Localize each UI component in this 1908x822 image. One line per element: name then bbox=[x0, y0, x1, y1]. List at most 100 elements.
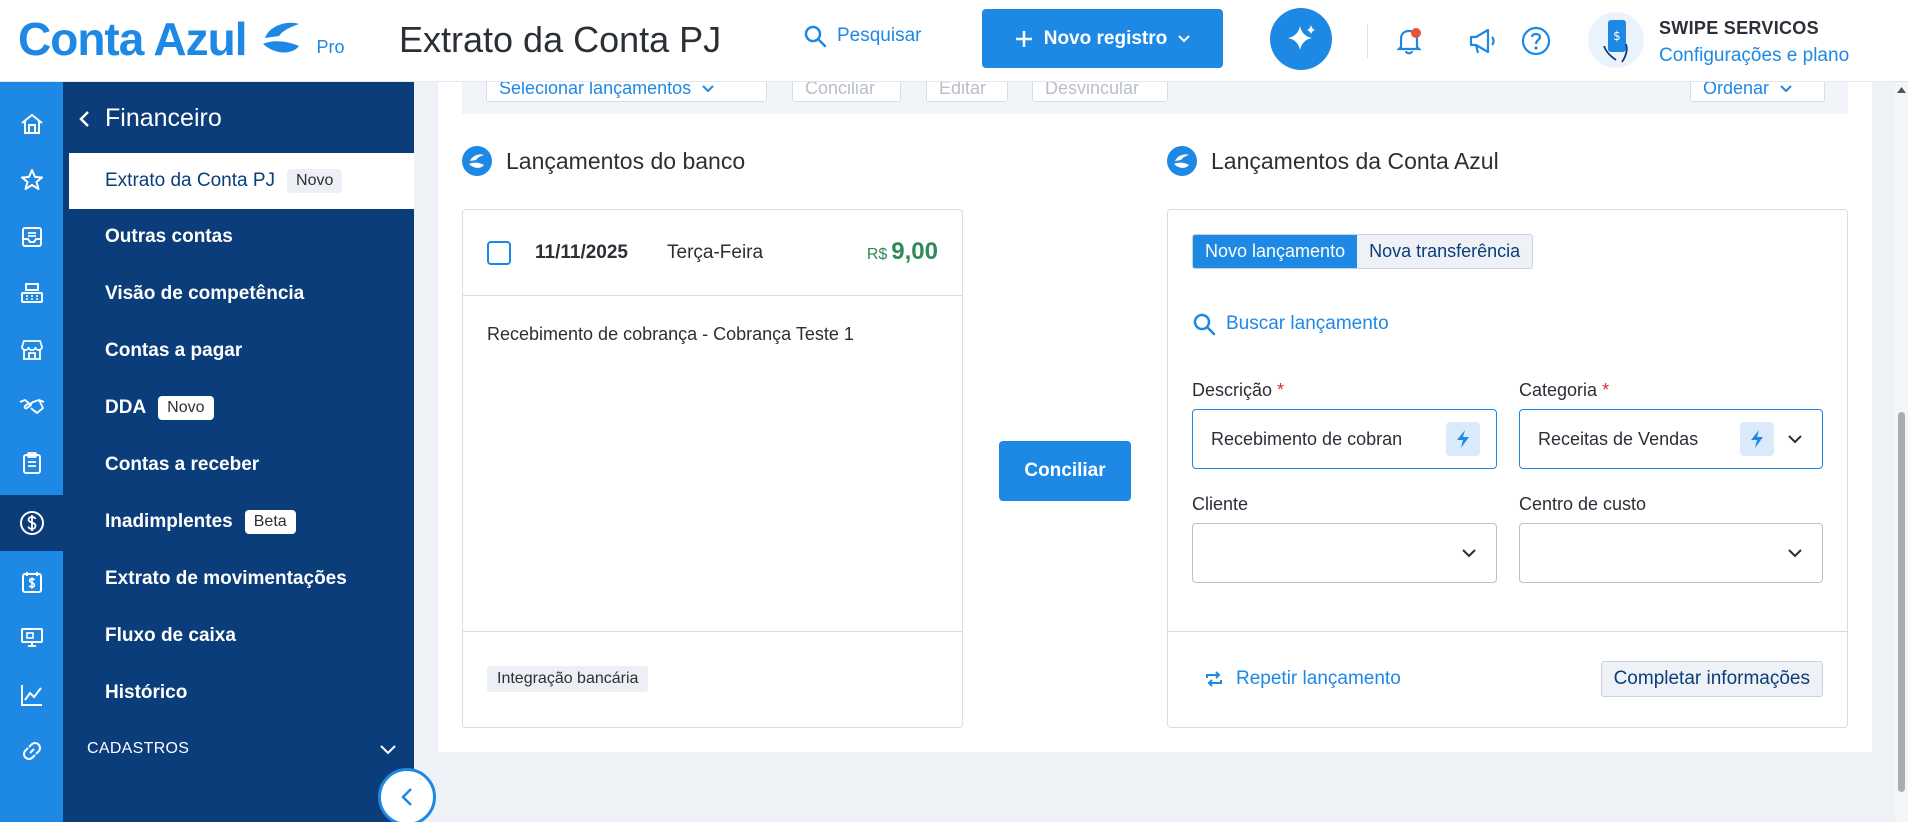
chevron-left-icon bbox=[401, 788, 412, 806]
chevron-down-icon bbox=[1780, 85, 1792, 93]
panel-divider bbox=[1168, 631, 1847, 632]
rail-home[interactable] bbox=[0, 100, 63, 148]
rail-store[interactable] bbox=[0, 326, 63, 374]
sidebar-item-dda[interactable]: DDA Novo bbox=[69, 380, 414, 436]
bank-entry-description: Recebimento de cobrança - Cobrança Teste… bbox=[487, 324, 854, 344]
bank-integration-tag: Integração bancária bbox=[487, 666, 649, 692]
bell-icon bbox=[1396, 28, 1422, 55]
bank-entry-checkbox[interactable] bbox=[487, 241, 511, 265]
page-title: Extrato da Conta PJ bbox=[399, 19, 722, 60]
bank-entry-date: 11/11/2025 bbox=[535, 242, 628, 263]
settings-plan-link[interactable]: Configurações e plano bbox=[1659, 45, 1849, 67]
sidebar-item-contas-receber[interactable]: Contas a receber bbox=[69, 437, 414, 493]
rail-pos[interactable] bbox=[0, 269, 63, 317]
bank-entry-panel: 11/11/2025 Terça-Feira R$ 9,00 Recebiment… bbox=[462, 209, 963, 728]
lightning-icon bbox=[1457, 430, 1469, 448]
client-select[interactable] bbox=[1192, 523, 1497, 583]
cost-center-label: Centro de custo bbox=[1519, 494, 1647, 514]
entry-type-toggle: Novo lançamento Nova transferência bbox=[1192, 234, 1534, 269]
sidebar-item-label: Outras contas bbox=[105, 226, 233, 247]
scroll-up-arrow-icon bbox=[1897, 87, 1906, 93]
rail-finance[interactable] bbox=[0, 495, 63, 551]
top-header: Conta Azul Pro Extrato da Conta PJ Pesqu… bbox=[0, 0, 1908, 82]
chevron-down-icon bbox=[1788, 435, 1802, 444]
help-button[interactable] bbox=[1519, 24, 1553, 58]
sidebar-item-extrato-conta-pj[interactable]: Extrato da Conta PJ Novo bbox=[69, 153, 414, 209]
bank-entry-weekday: Terça-Feira bbox=[667, 242, 764, 263]
search-icon bbox=[804, 25, 827, 48]
scrollbar-thumb[interactable] bbox=[1898, 412, 1905, 792]
description-autofill-button[interactable] bbox=[1446, 422, 1480, 456]
sidebar-item-inadimplentes[interactable]: Inadimplentes Beta bbox=[69, 494, 414, 550]
ai-assistant-button[interactable] bbox=[1270, 8, 1332, 70]
rail-billing[interactable] bbox=[0, 558, 63, 606]
bank-section-label: Lançamentos do banco bbox=[506, 147, 746, 174]
sidebar-item-visao-competencia[interactable]: Visão de competência bbox=[69, 266, 414, 322]
new-record-label: Novo registro bbox=[1043, 27, 1168, 49]
cost-center-select[interactable] bbox=[1519, 523, 1823, 583]
new-badge: Novo bbox=[158, 396, 214, 420]
collapse-sidebar-button[interactable] bbox=[378, 768, 436, 822]
conta-azul-logo[interactable]: Conta Azul Pro bbox=[18, 14, 345, 64]
company-avatar[interactable]: $ bbox=[1588, 12, 1644, 68]
monitor-icon bbox=[20, 628, 43, 647]
sidebar-item-label: Visão de competência bbox=[105, 283, 305, 304]
rail-reports[interactable] bbox=[0, 671, 63, 719]
link-icon bbox=[22, 742, 41, 760]
announcements-button[interactable] bbox=[1465, 24, 1499, 58]
panel-divider bbox=[463, 295, 962, 296]
chevron-down-icon bbox=[1462, 549, 1476, 558]
page-scrollbar[interactable] bbox=[1895, 82, 1908, 822]
complete-info-button[interactable]: Completar informações bbox=[1600, 661, 1823, 697]
sidebar-item-label: Contas a receber bbox=[105, 454, 260, 475]
search-link[interactable]: Pesquisar bbox=[803, 24, 922, 48]
inbox-icon bbox=[21, 227, 42, 247]
sidebar-item-historico[interactable]: Histórico bbox=[69, 665, 414, 721]
handshake-icon bbox=[19, 399, 44, 414]
beta-badge: Beta bbox=[244, 510, 296, 534]
header-separator bbox=[1367, 24, 1368, 58]
description-value: Recebimento de cobran bbox=[1211, 428, 1403, 449]
sidebar-item-outras-contas[interactable]: Outras contas bbox=[69, 209, 414, 265]
sidebar-item-label: Extrato da Conta PJ bbox=[105, 170, 276, 191]
rail-integrations[interactable] bbox=[0, 727, 63, 775]
repeat-entry-link[interactable]: Repetir lançamento bbox=[1204, 668, 1401, 690]
sidebar-item-label: Inadimplentes bbox=[105, 511, 233, 532]
rail-inbox[interactable] bbox=[0, 213, 63, 261]
rail-tasks[interactable] bbox=[0, 439, 63, 487]
client-label: Cliente bbox=[1192, 494, 1249, 514]
tab-new-transfer[interactable]: Nova transferência bbox=[1357, 235, 1533, 268]
company-info: SWIPE SERVICOS Configurações e plano bbox=[1659, 18, 1849, 67]
sidebar-back-title[interactable]: Financeiro bbox=[77, 104, 222, 133]
search-entry-link[interactable]: Buscar lançamento bbox=[1192, 312, 1389, 336]
chevron-down-icon bbox=[1788, 549, 1802, 558]
chevron-down-icon bbox=[702, 85, 714, 93]
sidebar-section-cadastros[interactable]: CADASTROS bbox=[87, 740, 397, 758]
contaazul-section-label: Lançamentos da Conta Azul bbox=[1211, 147, 1499, 174]
category-select[interactable]: Receitas de Vendas bbox=[1519, 409, 1823, 469]
rail-favorites[interactable] bbox=[0, 156, 63, 204]
logo-mark-icon bbox=[262, 22, 299, 53]
tab-new-entry[interactable]: Novo lançamento bbox=[1193, 235, 1358, 268]
sidebar-item-extrato-movimentacoes[interactable]: Extrato de movimentações bbox=[69, 551, 414, 607]
search-label: Pesquisar bbox=[837, 25, 922, 46]
rail-sales-screen[interactable] bbox=[0, 614, 63, 662]
sidebar-item-label: Extrato de movimentações bbox=[105, 568, 347, 589]
megaphone-icon bbox=[1469, 28, 1495, 54]
conciliar-button[interactable]: Conciliar bbox=[999, 441, 1131, 501]
plus-icon bbox=[1015, 30, 1032, 47]
category-autofill-button[interactable] bbox=[1740, 422, 1774, 456]
lightning-icon bbox=[1751, 430, 1763, 448]
rail-deals[interactable] bbox=[0, 382, 63, 430]
required-mark: * bbox=[1602, 380, 1610, 400]
sidebar-item-fluxo-caixa[interactable]: Fluxo de caixa bbox=[69, 608, 414, 664]
notifications-button[interactable] bbox=[1392, 24, 1426, 58]
new-record-button[interactable]: Novo registro bbox=[982, 9, 1223, 68]
chevron-down-icon bbox=[1178, 34, 1190, 42]
sidebar-item-contas-pagar[interactable]: Contas a pagar bbox=[69, 323, 414, 379]
sidebar-item-label: DDA bbox=[105, 397, 147, 418]
company-name: SWIPE SERVICOS bbox=[1659, 18, 1819, 38]
description-input[interactable]: Recebimento de cobran bbox=[1192, 409, 1497, 469]
calendar-dollar-icon bbox=[21, 572, 42, 593]
new-badge: Novo bbox=[287, 169, 343, 193]
